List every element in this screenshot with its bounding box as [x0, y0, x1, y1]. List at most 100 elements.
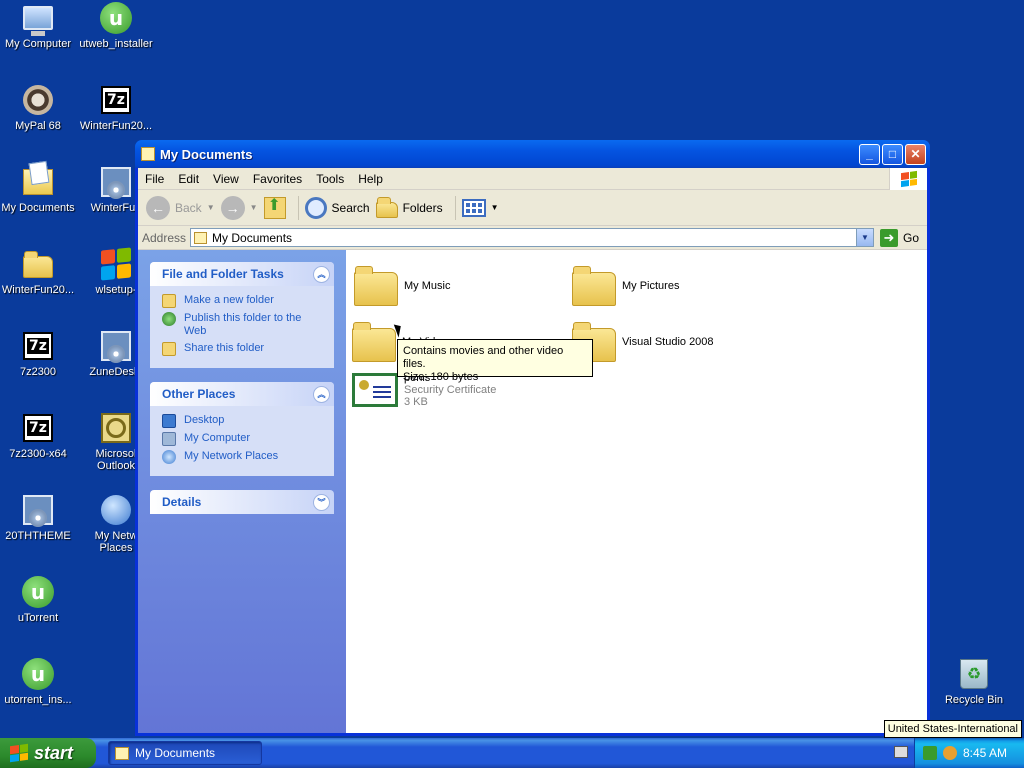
search-icon	[304, 196, 327, 219]
recycle-bin-icon: ♻	[958, 658, 990, 690]
installer-icon	[100, 166, 132, 199]
collapse-chevron-icon[interactable]: ︽	[313, 265, 330, 283]
toolbar: ← Back ▼ → ▼ Search Folders	[138, 190, 927, 226]
desktop-icon-recycle-bin[interactable]: ♻ Recycle Bin	[936, 658, 1012, 706]
taskbar: start My Documents 8:45 AM United States…	[0, 720, 1024, 768]
file-item-my-music[interactable]: My Music	[354, 266, 450, 306]
desktop-icon-20ththeme[interactable]: 20THTHEME	[0, 494, 76, 542]
window-folder-icon	[141, 147, 155, 161]
desktop-icon-my-documents[interactable]: My Documents	[0, 166, 76, 214]
computer-icon	[22, 2, 54, 36]
views-icon	[461, 198, 486, 217]
details-panel: Details ︾	[150, 490, 334, 514]
task-pane: File and Folder Tasks ︽ Make a new folde…	[138, 250, 346, 733]
toolbar-separator	[454, 195, 456, 220]
share-folder-icon	[162, 342, 176, 356]
documents-icon	[194, 231, 208, 244]
publish-folder-link[interactable]: Publish this folder to the Web	[162, 312, 324, 338]
outlook-icon	[100, 412, 132, 444]
start-button[interactable]: start	[0, 738, 96, 768]
videos-folder-icon	[352, 322, 396, 362]
file-folder-tasks-panel: File and Folder Tasks ︽ Make a new folde…	[150, 262, 334, 368]
file-list: My Music My Pictures My Videos Visual St…	[346, 250, 927, 733]
desktop-link[interactable]: Desktop	[162, 414, 324, 428]
make-new-folder-link[interactable]: Make a new folder	[162, 294, 324, 308]
computer-icon	[162, 432, 176, 446]
desktop-icon-utorrent[interactable]: u uTorrent	[0, 576, 76, 624]
7zip-icon: 7z	[22, 412, 54, 444]
folders-button[interactable]: Folders	[375, 196, 443, 218]
folder-icon	[22, 248, 54, 280]
my-computer-link[interactable]: My Computer	[162, 432, 324, 446]
7zip-icon: 7z	[100, 84, 132, 116]
forward-button[interactable]: → ▼	[220, 195, 258, 220]
desktop-icon-winterfun-7z[interactable]: 7z WinterFun20...	[78, 84, 154, 132]
desktop-icon	[162, 414, 176, 428]
title-bar[interactable]: My Documents _ □ ✕	[135, 140, 930, 168]
expand-chevron-icon[interactable]: ︾	[313, 493, 330, 511]
menu-tools[interactable]: Tools	[309, 172, 351, 186]
desktop-icon-winterfun-folder[interactable]: WinterFun20...	[0, 248, 76, 296]
other-places-panel: Other Places ︽ Desktop My Computer My Ne…	[150, 382, 334, 476]
file-tooltip: Contains movies and other video files. S…	[397, 339, 593, 383]
utorrent-icon: u	[100, 2, 132, 34]
maximize-button[interactable]: □	[882, 143, 903, 165]
panel-header[interactable]: Details ︾	[150, 490, 334, 514]
back-dropdown-icon[interactable]: ▼	[207, 203, 215, 212]
desktop-icon-utweb-installer[interactable]: u utweb_installer	[78, 2, 154, 50]
close-button[interactable]: ✕	[905, 143, 926, 165]
utorrent-icon: u	[22, 658, 54, 690]
back-button[interactable]: ← Back ▼	[146, 195, 215, 220]
menu-bar: File Edit View Favorites Tools Help	[138, 168, 927, 190]
collapse-chevron-icon[interactable]: ︽	[313, 385, 330, 403]
desktop-icon-utorrent-installer[interactable]: u utorrent_ins...	[0, 658, 76, 706]
explorer-window: My Documents _ □ ✕ File Edit View Favori…	[135, 140, 930, 736]
7zip-icon: 7z	[22, 330, 54, 362]
forward-dropdown-icon[interactable]: ▼	[250, 203, 258, 212]
windows-logo-icon	[10, 743, 28, 763]
documents-icon	[22, 166, 54, 198]
up-folder-icon	[263, 195, 286, 219]
panel-header[interactable]: Other Places ︽	[150, 382, 334, 406]
file-item-visual-studio-2008[interactable]: Visual Studio 2008	[572, 322, 714, 362]
menu-favorites[interactable]: Favorites	[246, 172, 309, 186]
clock[interactable]: 8:45 AM	[963, 746, 1007, 760]
share-folder-link[interactable]: Share this folder	[162, 342, 324, 356]
search-tray-icon[interactable]	[943, 746, 957, 760]
desktop-icon-7z2300[interactable]: 7z 7z2300	[0, 330, 76, 378]
menu-edit[interactable]: Edit	[171, 172, 206, 186]
menu-help[interactable]: Help	[351, 172, 390, 186]
folders-icon	[375, 196, 398, 218]
utorrent-icon: u	[22, 576, 54, 608]
music-folder-icon	[354, 266, 398, 306]
views-dropdown-icon[interactable]: ▼	[491, 203, 499, 212]
network-globe-icon	[100, 494, 132, 526]
views-button[interactable]: ▼	[461, 198, 499, 217]
desktop-icon-7z2300-x64[interactable]: 7z 7z2300-x64	[0, 412, 76, 460]
menu-file[interactable]: File	[138, 172, 171, 186]
taskbar-item-my-documents[interactable]: My Documents	[108, 741, 262, 765]
go-button[interactable]: ➜ Go	[879, 228, 919, 247]
pictures-folder-icon	[572, 266, 616, 306]
desktop-icon-mypal[interactable]: MyPal 68	[0, 84, 76, 132]
mypal-icon	[22, 84, 54, 116]
forward-arrow-icon: →	[220, 195, 245, 220]
address-field[interactable]: My Documents ▼	[190, 228, 874, 247]
file-item-my-pictures[interactable]: My Pictures	[572, 266, 679, 306]
back-arrow-icon: ←	[146, 195, 170, 220]
system-tray: 8:45 AM	[914, 738, 1024, 768]
panel-header[interactable]: File and Folder Tasks ︽	[150, 262, 334, 286]
language-tooltip: United States-International	[883, 720, 1022, 738]
address-dropdown-icon[interactable]: ▼	[855, 229, 873, 246]
menu-view[interactable]: View	[206, 172, 246, 186]
windows-logo-icon	[100, 247, 132, 281]
up-folder-button[interactable]	[263, 195, 286, 219]
utorrent-tray-icon[interactable]	[923, 746, 937, 760]
go-arrow-icon: ➜	[879, 228, 898, 247]
my-network-places-link[interactable]: My Network Places	[162, 450, 324, 464]
keyboard-icon[interactable]	[894, 746, 908, 758]
desktop-icon-my-computer[interactable]: My Computer	[0, 2, 76, 50]
minimize-button[interactable]: _	[859, 143, 880, 165]
search-button[interactable]: Search	[304, 196, 370, 219]
windows-logo-icon	[889, 168, 927, 190]
